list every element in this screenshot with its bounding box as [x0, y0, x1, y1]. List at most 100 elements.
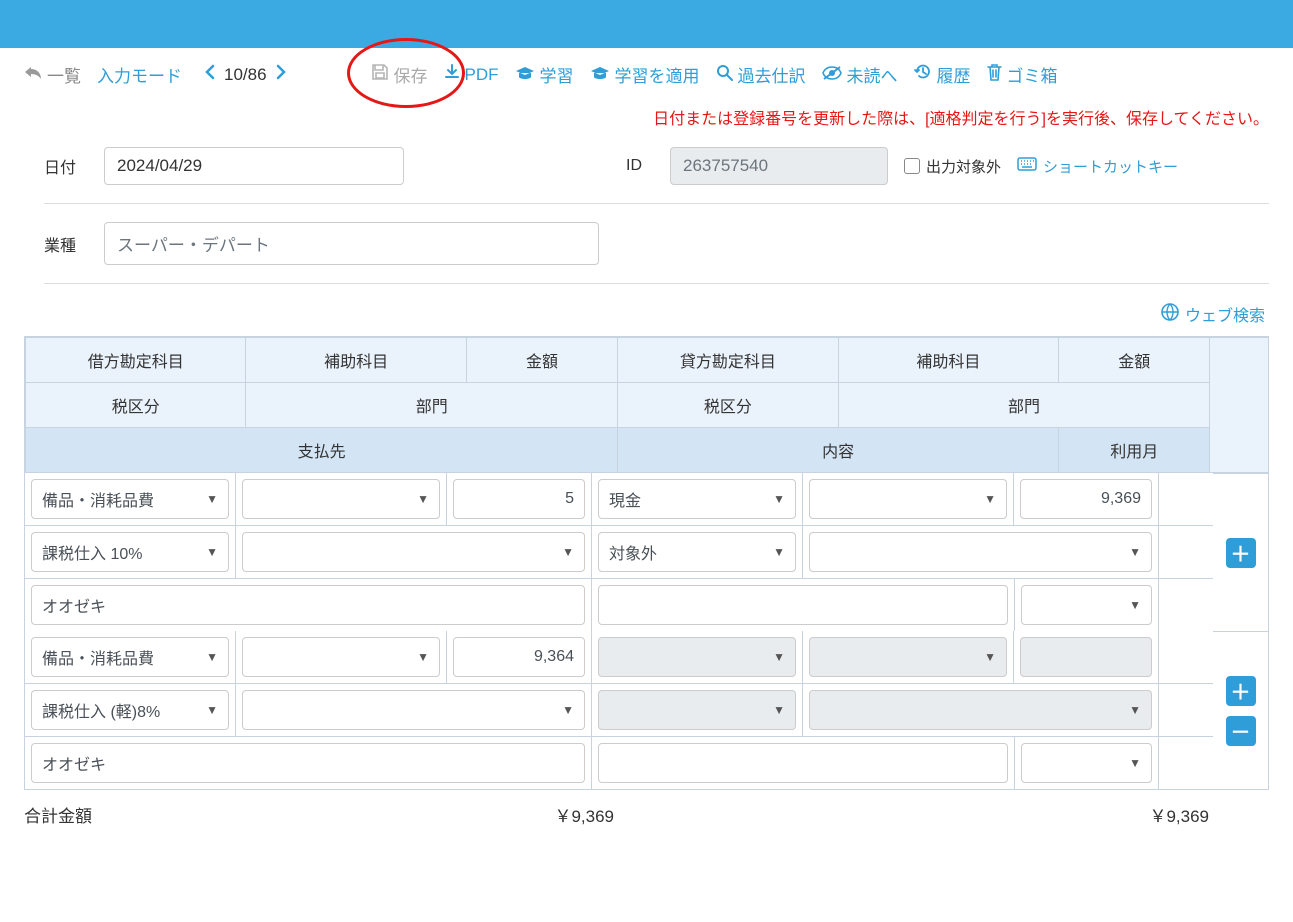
past-journal-label: 過去仕訳 [738, 62, 806, 87]
history-icon [914, 63, 932, 86]
journal-row: 備品・消耗品費▼ ▼ 5 現金▼ ▼ 9,369 課税仕入 10%▼ ▼ 対象外… [25, 473, 1269, 631]
select[interactable]: ▼ [809, 532, 1152, 572]
totals-label: 合計金額 [24, 802, 214, 827]
pager-next-button[interactable] [275, 64, 287, 85]
select: ▼ [809, 637, 1007, 677]
app-header-bar [0, 0, 1293, 48]
caret-down-icon: ▼ [417, 492, 429, 506]
caret-down-icon: ▼ [773, 703, 785, 717]
select[interactable]: 現金▼ [598, 479, 796, 519]
id-label: ID [626, 157, 654, 175]
select[interactable]: 備品・消耗品費▼ [31, 479, 229, 519]
save-label: 保存 [394, 62, 428, 87]
id-field: 263757540 [670, 147, 888, 185]
caret-down-icon: ▼ [206, 545, 218, 559]
exclude-output-checkbox[interactable] [904, 158, 920, 174]
divider [44, 203, 1269, 204]
learn-button[interactable]: 学習 [509, 58, 580, 91]
col-actions [1210, 338, 1269, 473]
caret-down-icon: ▼ [417, 650, 429, 664]
to-unread-button[interactable]: 未読へ [816, 58, 904, 91]
col-sub-acct: 補助科目 [838, 338, 1058, 383]
text-input[interactable] [598, 585, 1008, 625]
save-button[interactable]: 保存 [365, 58, 434, 91]
divider [44, 283, 1269, 284]
trash-button[interactable]: ゴミ箱 [981, 58, 1064, 91]
back-label: 一覧 [47, 62, 81, 87]
industry-label: 業種 [44, 232, 88, 256]
select[interactable]: ▼ [242, 637, 440, 677]
date-label: 日付 [44, 154, 88, 178]
past-journal-button[interactable]: 過去仕訳 [710, 58, 812, 91]
totals-row: 合計金額 ￥9,369 ￥9,369 [0, 790, 1293, 839]
apply-learn-label: 学習を適用 [615, 62, 700, 87]
shortcut-keys-link[interactable]: ショートカットキー [1017, 156, 1178, 177]
history-label: 履歴 [937, 62, 971, 87]
text-input[interactable] [598, 743, 1008, 783]
save-icon [371, 63, 389, 86]
caret-down-icon: ▼ [984, 650, 996, 664]
select: ▼ [809, 690, 1152, 730]
text-input[interactable]: オオゼキ [31, 585, 585, 625]
row-actions: ＋ [1213, 473, 1269, 631]
col-dept: 部門 [246, 383, 618, 428]
chevron-right-icon [275, 64, 287, 80]
shortcut-keys-label: ショートカットキー [1043, 156, 1178, 177]
pager-counter: 10/86 [224, 65, 267, 85]
trash-icon [987, 63, 1002, 86]
col-content: 内容 [618, 428, 1059, 473]
col-amount: 金額 [466, 338, 617, 383]
pdf-button[interactable]: PDF [438, 60, 505, 89]
select[interactable]: ▼ [809, 479, 1007, 519]
select: ▼ [598, 690, 796, 730]
input-mode-label: 入力モード [97, 62, 182, 87]
select[interactable]: 対象外▼ [598, 532, 796, 572]
trash-label: ゴミ箱 [1007, 62, 1058, 87]
pager: 10/86 [204, 64, 287, 85]
toolbar: 一覧 入力モード 10/86 保存 PDF 学習 学習を適用 [0, 48, 1293, 101]
caret-down-icon: ▼ [1129, 756, 1141, 770]
input-mode-button[interactable]: 入力モード [91, 58, 188, 91]
graduation-cap-icon [590, 65, 610, 85]
text-input[interactable]: 5 [453, 479, 585, 519]
globe-icon [1161, 303, 1179, 326]
row-actions: ＋－ [1213, 631, 1269, 789]
select[interactable]: ▼ [1021, 743, 1152, 783]
select[interactable]: ▼ [1021, 585, 1152, 625]
caret-down-icon: ▼ [1129, 545, 1141, 559]
text-input[interactable]: オオゼキ [31, 743, 585, 783]
industry-input[interactable]: スーパー・デパート [104, 222, 599, 265]
date-input[interactable]: 2024/04/29 [104, 147, 404, 185]
select[interactable]: ▼ [242, 532, 585, 572]
text-input[interactable]: 9,369 [1020, 479, 1152, 519]
caret-down-icon: ▼ [984, 492, 996, 506]
exclude-output-label: 出力対象外 [926, 156, 1001, 177]
select[interactable]: ▼ [242, 690, 585, 730]
caret-down-icon: ▼ [773, 650, 785, 664]
caret-down-icon: ▼ [562, 703, 574, 717]
caret-down-icon: ▼ [1129, 703, 1141, 717]
text-input[interactable]: 9,364 [453, 637, 585, 677]
back-button[interactable]: 一覧 [18, 58, 87, 91]
web-search-link[interactable]: ウェブ検索 [1161, 302, 1265, 326]
totals-debit: ￥9,369 [214, 802, 614, 827]
reply-arrow-icon [24, 64, 42, 85]
text-input [1020, 637, 1152, 677]
select[interactable]: ▼ [242, 479, 440, 519]
select[interactable]: 課税仕入 10%▼ [31, 532, 229, 572]
remove-row-button[interactable]: － [1226, 716, 1256, 746]
pager-prev-button[interactable] [204, 64, 216, 85]
apply-learn-button[interactable]: 学習を適用 [584, 58, 706, 91]
col-sub-acct: 補助科目 [246, 338, 466, 383]
eye-slash-icon [822, 65, 842, 85]
learn-label: 学習 [540, 62, 574, 87]
totals-credit: ￥9,369 [614, 802, 1269, 827]
select[interactable]: 備品・消耗品費▼ [31, 637, 229, 677]
add-row-button[interactable]: ＋ [1226, 676, 1256, 706]
graduation-cap-icon [515, 65, 535, 85]
add-row-button[interactable]: ＋ [1226, 538, 1256, 568]
select: ▼ [598, 637, 796, 677]
select[interactable]: 課税仕入 (軽)8%▼ [31, 690, 229, 730]
search-icon [716, 64, 733, 86]
history-button[interactable]: 履歴 [908, 58, 977, 91]
